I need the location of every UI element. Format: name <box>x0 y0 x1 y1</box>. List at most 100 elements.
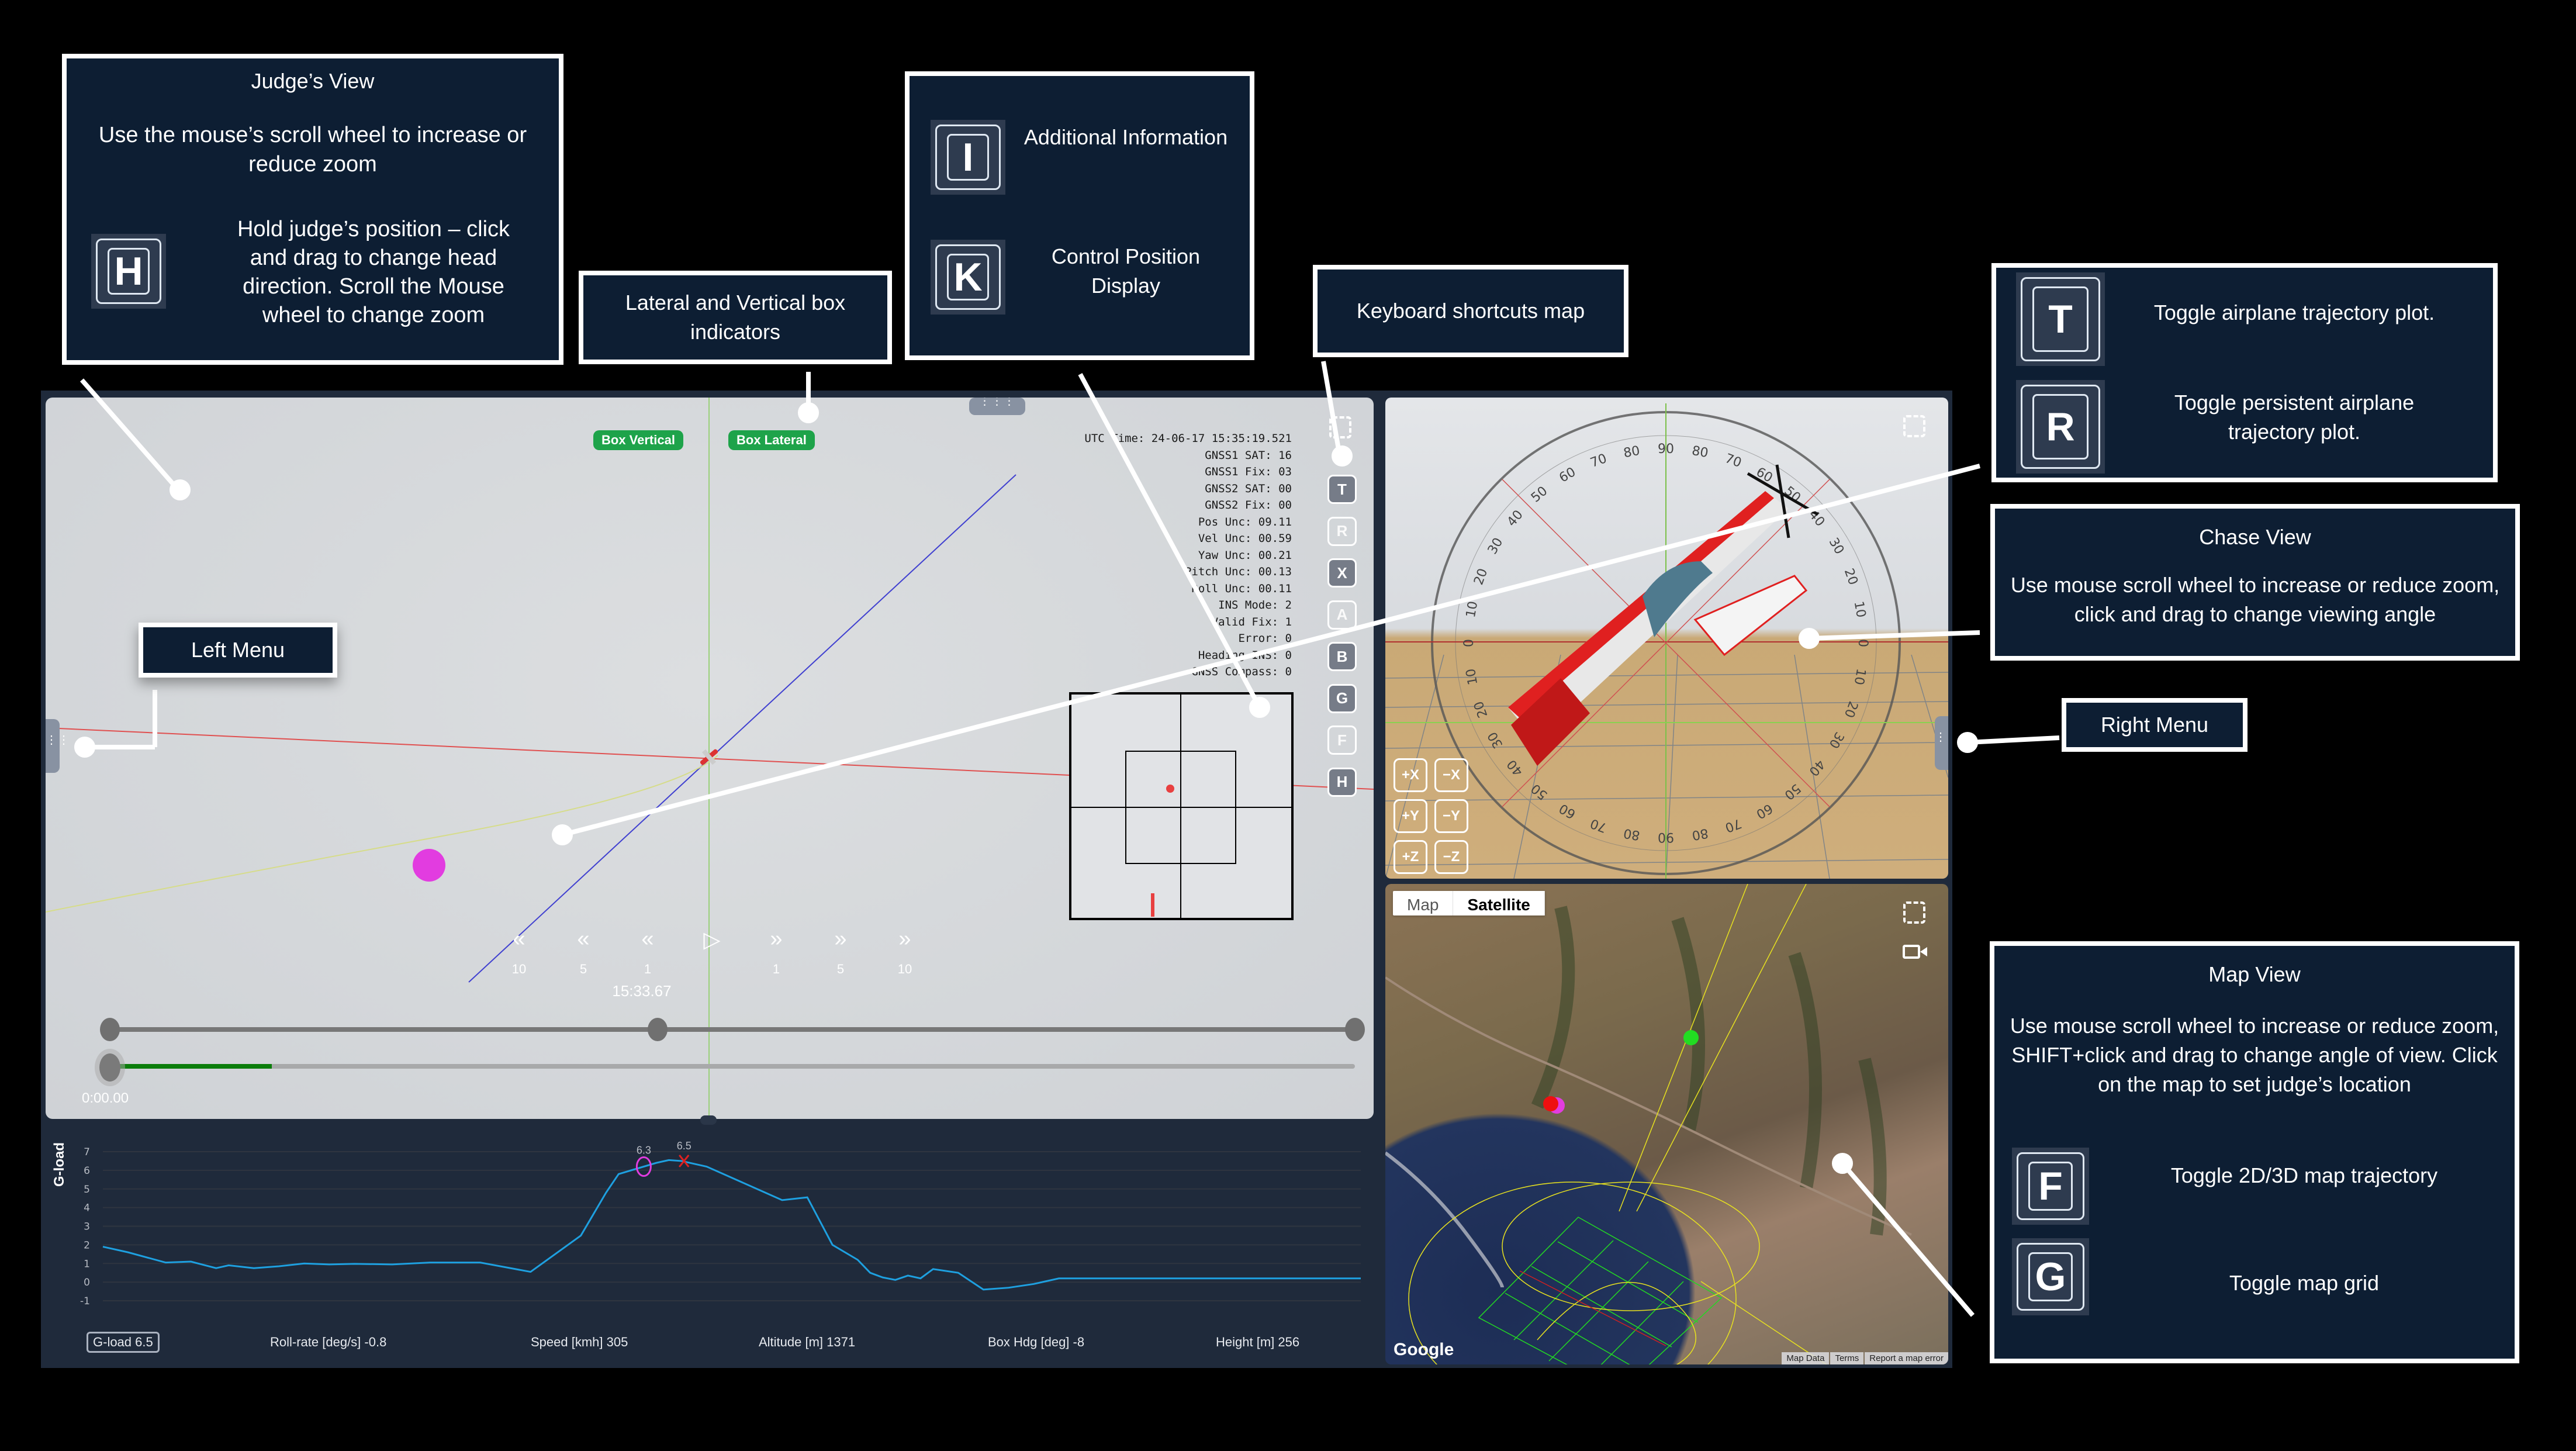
progress-thumb[interactable] <box>99 1053 120 1082</box>
forward-5-button[interactable]: » <box>823 927 858 952</box>
shortcut-toggle-h[interactable]: H <box>1327 767 1357 797</box>
forward-1-button[interactable]: » <box>759 927 794 952</box>
annotation-text: Keyboard shortcuts map <box>1356 299 1585 323</box>
chase-view-panel[interactable]: 0 10 20 30 40 50 60 70 80 90 80 70 60 50 40 30 20 10 0 10 20… <box>1385 398 1948 879</box>
map-footer-links: Map Data Terms Report a map error <box>1780 1352 1948 1364</box>
stat-item[interactable]: Height [m] 256 <box>1216 1335 1299 1350</box>
protractor-label: 60 <box>1754 800 1775 821</box>
gload-chart-panel: -1 0 1 2 3 4 5 6 7 6.3 6.5 G-load <box>46 1122 1374 1368</box>
protractor-label: 70 <box>1723 816 1744 835</box>
shortcut-toggle-a[interactable]: A <box>1327 600 1357 630</box>
map-footer-link[interactable]: Terms <box>1830 1352 1864 1364</box>
info-control-annotation: I Additional Information K Control Posit… <box>905 71 1254 360</box>
stat-item[interactable]: Box Hdg [deg] -8 <box>988 1335 1084 1350</box>
rewind-10-label: 10 <box>511 962 527 976</box>
annotation-text: Control Position Display <box>1051 244 1201 298</box>
protractor-label: 40 <box>1505 756 1526 779</box>
play-button[interactable]: ▷ <box>694 927 729 953</box>
rudder-position-bar <box>1151 893 1154 917</box>
gload-chart: -1 0 1 2 3 4 5 6 7 6.3 6.5 <box>80 1140 1361 1307</box>
protractor-label: 70 <box>1588 816 1609 835</box>
camera-icon[interactable] <box>1903 945 1920 959</box>
stat-item[interactable]: Speed [kmh] 305 <box>531 1335 628 1350</box>
range-slider-track[interactable] <box>110 1027 1355 1032</box>
top-drag-handle[interactable]: ⋮⋮⋮ <box>969 398 1025 415</box>
protractor-label: 60 <box>1557 800 1578 821</box>
map-footer-link[interactable]: Report a map error <box>1865 1352 1948 1364</box>
shortcut-toggle-x[interactable]: X <box>1327 558 1357 588</box>
fullscreen-icon[interactable] <box>1329 416 1351 438</box>
map-type-satellite[interactable]: Satellite <box>1453 891 1545 915</box>
shortcut-toggle-b[interactable]: B <box>1327 642 1357 671</box>
annotation-title: Chase View <box>2199 525 2311 549</box>
fullscreen-icon[interactable] <box>1903 901 1925 924</box>
view-axis-button[interactable]: +Z <box>1394 840 1427 874</box>
map-view-panel[interactable]: Map Satellite Google Map Data Terms Report … <box>1385 884 1948 1364</box>
box-lateral-badge: Box Lateral <box>728 430 815 450</box>
judge-marker <box>413 849 445 882</box>
protractor-label: 20 <box>1471 566 1491 587</box>
protractor-label: 50 <box>1529 483 1551 505</box>
forward-10-label: 10 <box>897 962 912 976</box>
protractor-label: 80 <box>1623 444 1641 461</box>
protractor-label: 80 <box>1623 825 1641 842</box>
view-axis-button[interactable]: +Y <box>1394 799 1427 833</box>
shortcut-toggle-f[interactable]: F <box>1327 726 1357 755</box>
protractor-label: 10 <box>1464 600 1481 619</box>
annotation-text: Toggle airplane trajectory plot. <box>2153 300 2435 324</box>
rewind-1-button[interactable]: « <box>630 927 665 952</box>
y-tick-label: 2 <box>84 1239 90 1251</box>
right-menu-handle[interactable]: ⋮⋮ <box>1935 716 1948 770</box>
keyboard-map-annotation: Keyboard shortcuts map <box>1313 265 1628 357</box>
annotation-text: Toggle map grid <box>2229 1271 2380 1295</box>
rewind-5-button[interactable]: « <box>566 927 601 952</box>
protractor-label: 80 <box>1690 825 1709 842</box>
judges-view-panel[interactable]: Box Vertical Box Lateral ⋮⋮⋮ ⋮⋮ UTC Time… <box>46 398 1374 1119</box>
protractor-label: 90 <box>1658 830 1674 844</box>
range-slider-thumb[interactable] <box>648 1018 668 1041</box>
forward-10-button[interactable]: » <box>887 927 922 952</box>
annotation-text: Left Menu <box>191 638 285 662</box>
grip-icon: ⋮⋮ <box>1935 731 1948 744</box>
y-tick-label: 3 <box>84 1221 90 1233</box>
stat-item[interactable]: Altitude [m] 1371 <box>759 1335 855 1350</box>
y-tick-label: 7 <box>84 1146 90 1158</box>
view-axis-button[interactable]: +X <box>1394 758 1427 792</box>
view-axis-button[interactable]: −X <box>1434 758 1468 792</box>
map-footer-link[interactable]: Map Data <box>1782 1352 1830 1364</box>
map-type-map[interactable]: Map <box>1393 891 1454 915</box>
protractor-label: 80 <box>1690 444 1709 461</box>
annotation-text: Use mouse scroll wheel to increase or re… <box>2010 1014 2499 1096</box>
fullscreen-icon[interactable] <box>1903 415 1925 437</box>
key-h-icon: H <box>91 234 166 309</box>
shortcut-toggle-r[interactable]: R <box>1327 516 1357 546</box>
key-f-icon: F <box>2012 1148 2089 1225</box>
camera-icon-lens <box>1920 947 1927 956</box>
progress-track[interactable] <box>110 1064 1355 1069</box>
protractor-label: 20 <box>1841 566 1861 587</box>
left-menu-annotation: Left Menu <box>139 623 337 678</box>
shortcut-toggle-g[interactable]: G <box>1327 683 1357 713</box>
rewind-10-button[interactable]: « <box>502 927 537 952</box>
stat-item[interactable]: G-load 6.5 <box>87 1332 160 1353</box>
protractor-label: 10 <box>1464 668 1481 686</box>
shortcut-toggle-t[interactable]: T <box>1327 475 1357 504</box>
current-time: 15:33.67 <box>612 982 672 1000</box>
box-diagonal-line <box>468 474 1016 983</box>
range-slider-thumb[interactable] <box>100 1018 120 1041</box>
gload-marker-cross-label: 6.5 <box>677 1140 691 1152</box>
protractor-label: 90 <box>1658 442 1674 457</box>
range-slider-thumb[interactable] <box>1345 1018 1365 1041</box>
protractor-label: 30 <box>1826 536 1847 557</box>
view-axis-button[interactable]: −Z <box>1434 840 1468 874</box>
annotation-text: Use mouse scroll wheel to increase or re… <box>2010 573 2500 626</box>
elapsed-time: 0:00.00 <box>82 1090 129 1106</box>
bottom-drag-handle[interactable] <box>700 1115 717 1125</box>
left-menu-handle[interactable]: ⋮⋮ <box>46 719 70 773</box>
view-axis-button[interactable]: −Y <box>1434 799 1468 833</box>
map-view-annotation: Map View Use mouse scroll wheel to incre… <box>1990 941 2519 1363</box>
stat-item[interactable]: Roll-rate [deg/s] -0.8 <box>270 1335 386 1350</box>
forward-5-label: 5 <box>836 962 845 976</box>
judge-location-marker[interactable] <box>1683 1030 1699 1045</box>
trajectory-annotation: T Toggle airplane trajectory plot. R Tog… <box>1991 263 2498 482</box>
